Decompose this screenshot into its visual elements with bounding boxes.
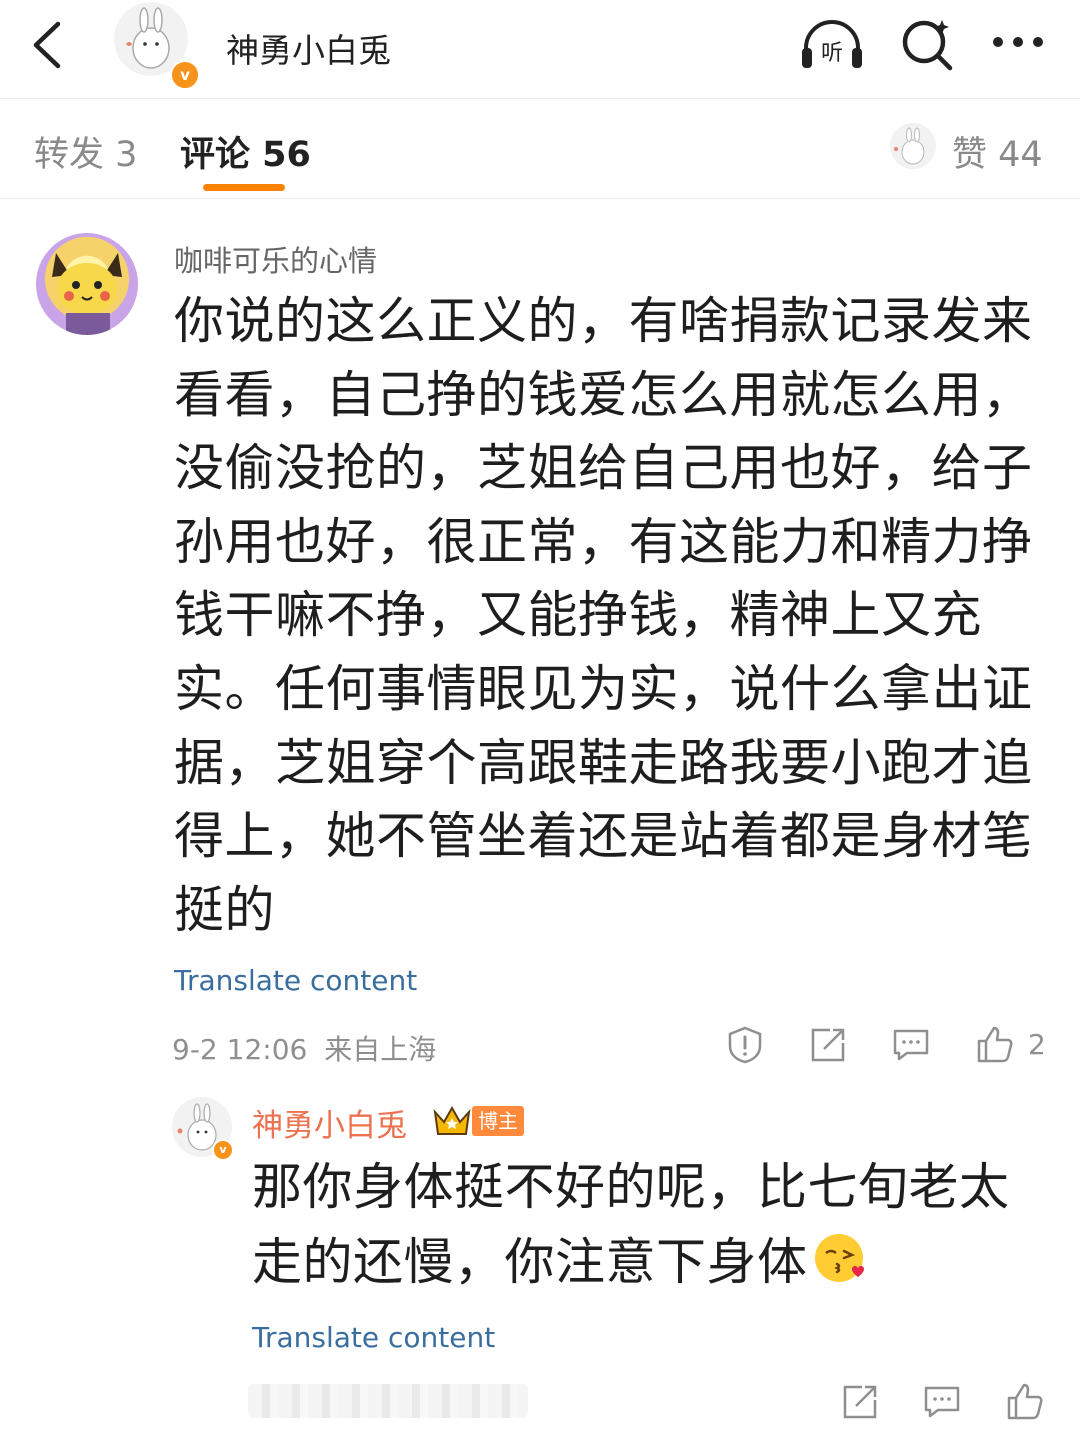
comment-author-avatar[interactable] [36, 233, 138, 335]
comment-icon[interactable] [891, 1025, 931, 1065]
active-tab-indicator [203, 184, 285, 191]
reply-text-content: 那你身体挺不好的呢，比七旬老太走的还慢，你注意下身体 [252, 1158, 1010, 1291]
tab-bar: 转发 3 评论 56 赞 44 [0, 98, 1080, 199]
comment-text: 你说的这么正义的，有啥捐款记录发来看看，自己挣的钱爱怎么用就怎么用，没偷没抢的，… [174, 292, 1033, 939]
tab-comments[interactable]: 评论 56 [180, 126, 311, 177]
blogger-badge: 博主 [472, 1106, 524, 1136]
search-icon[interactable] [898, 14, 958, 74]
verified-badge-icon: v [170, 60, 200, 90]
more-icon[interactable] [990, 30, 1046, 54]
comment-icon[interactable] [922, 1382, 962, 1422]
like-thumb-icon[interactable] [1005, 1381, 1045, 1421]
comment-location: 来自上海 [324, 1033, 437, 1066]
reply-meta-obscured [248, 1384, 528, 1418]
reply-translate-link[interactable]: Translate content [252, 1321, 495, 1354]
avatar[interactable]: v [114, 2, 200, 90]
like-count: 2 [1028, 1028, 1046, 1061]
crown-icon [433, 1105, 471, 1135]
verified-badge-icon: v [212, 1139, 234, 1161]
page-title[interactable]: 神勇小白兎 [226, 24, 391, 72]
reply-author-avatar[interactable]: v [172, 1097, 234, 1161]
kiss-emoji-icon [814, 1234, 864, 1282]
report-icon[interactable] [725, 1025, 765, 1065]
tab-likes[interactable]: 赞 44 [952, 126, 1043, 177]
back-chevron-icon[interactable] [28, 20, 68, 70]
comment-author-name[interactable]: 咖啡可乐的心情 [174, 238, 377, 280]
liker-avatar [890, 123, 936, 169]
like-thumb-icon[interactable] [975, 1024, 1015, 1064]
pikachu-avatar-icon [52, 253, 122, 335]
share-icon[interactable] [808, 1025, 848, 1065]
tab-reposts[interactable]: 转发 3 [34, 126, 137, 177]
share-icon[interactable] [840, 1382, 880, 1422]
reply-author-name[interactable]: 神勇小白兎 [252, 1100, 407, 1145]
top-bar: v 神勇小白兎 听 [0, 0, 1080, 99]
rabbit-avatar-icon [894, 127, 925, 165]
comment-timestamp: 9-2 12:06 [172, 1033, 308, 1066]
svg-text:听: 听 [821, 41, 843, 66]
reply-text: 那你身体挺不好的呢，比七旬老太走的还慢，你注意下身体 [252, 1150, 1052, 1300]
translate-link[interactable]: Translate content [174, 964, 417, 997]
comment-meta: 9-2 12:06 来自上海 [172, 1028, 436, 1068]
listen-headphones-icon[interactable]: 听 [798, 16, 866, 72]
